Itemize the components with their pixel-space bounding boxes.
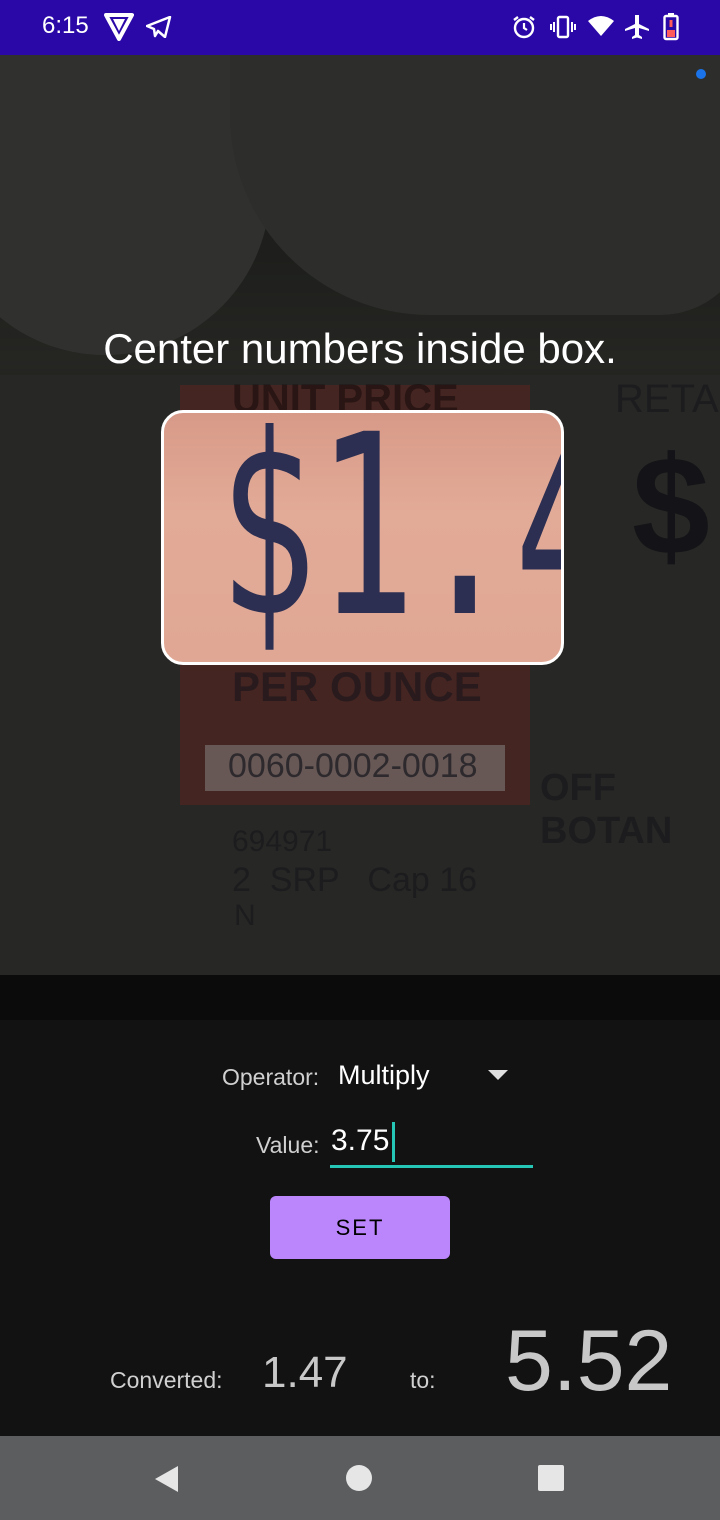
status-bar: 6:15 (0, 0, 720, 55)
control-panel: Operator: Multiply Value: 3.75 SET Conve… (0, 1020, 720, 1436)
set-button[interactable]: SET (270, 1196, 450, 1259)
home-icon[interactable] (345, 1464, 373, 1492)
navigation-bar (0, 1436, 720, 1520)
converted-label: Converted: (110, 1367, 223, 1393)
recording-indicator (696, 69, 706, 79)
telegram-icon (146, 16, 172, 38)
vpn-icon (104, 13, 134, 41)
operator-label: Operator: (222, 1064, 320, 1090)
value-input-text: 3.75 (331, 1124, 390, 1157)
status-time: 6:15 (42, 12, 89, 39)
scanned-price-text: $1.47 (218, 413, 564, 665)
text-caret (392, 1122, 395, 1162)
alarm-icon (513, 16, 535, 39)
to-label: to: (410, 1367, 436, 1393)
chevron-down-icon (488, 1070, 508, 1080)
camera-preview: UNIT PRICE PER OUNCE 0060-0002-0018 6949… (0, 55, 720, 1020)
value-label: Value: (256, 1132, 320, 1158)
battery-low-icon (663, 13, 679, 41)
instruction-text: Center numbers inside box. (103, 325, 617, 372)
airplane-mode-icon (625, 15, 649, 39)
wifi-icon (588, 16, 614, 36)
value-input[interactable]: 3.75 (330, 1120, 533, 1168)
recents-icon[interactable] (537, 1464, 565, 1492)
operator-value: Multiply (338, 1060, 430, 1090)
vibrate-icon (550, 15, 576, 39)
scan-box: $1.47 (161, 410, 564, 665)
result-value: 5.52 (505, 1313, 673, 1409)
back-icon[interactable] (152, 1464, 180, 1494)
scanned-price-image: $1.47 (218, 413, 564, 665)
converted-value: 1.47 (262, 1348, 348, 1397)
operator-dropdown[interactable]: Multiply (330, 1050, 520, 1104)
